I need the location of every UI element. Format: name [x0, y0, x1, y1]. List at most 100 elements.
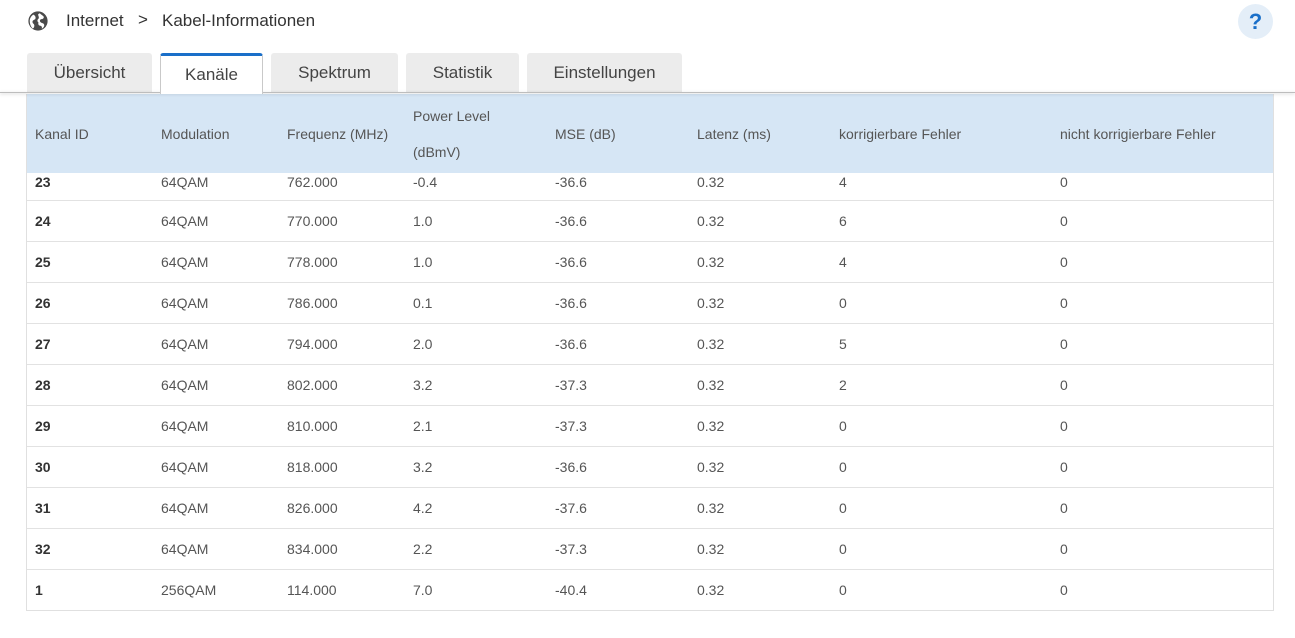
cell-frequenz: 770.000	[287, 212, 338, 229]
cell-korrigierbare-fehler: 0	[839, 540, 847, 557]
cell-kanal-id: 32	[35, 540, 51, 557]
breadcrumb-internet-link[interactable]: Internet	[66, 11, 124, 31]
cell-latenz: 0.32	[697, 294, 725, 311]
cell-frequenz: 794.000	[287, 335, 338, 352]
cell-latenz: 0.32	[697, 212, 725, 229]
help-button[interactable]: ?	[1238, 4, 1273, 39]
cell-latenz: 0.32	[697, 253, 725, 270]
header-kanal-id: Kanal ID	[35, 125, 89, 142]
header-frequenz: Frequenz (MHz)	[287, 125, 389, 142]
cell-mse: -37.3	[555, 417, 587, 434]
tab-label: Übersicht	[53, 63, 126, 82]
cell-power-level: 0.1	[413, 294, 433, 311]
question-mark-icon: ?	[1248, 8, 1263, 34]
tab-spektrum[interactable]: Spektrum	[271, 53, 398, 93]
cell-mse: -36.6	[555, 458, 587, 475]
cell-nicht-korrigierbare-fehler: 0	[1060, 581, 1068, 598]
cell-modulation: 64QAM	[161, 253, 209, 270]
cell-korrigierbare-fehler: 0	[839, 499, 847, 516]
tab-kanaele[interactable]: Kanäle	[160, 53, 263, 94]
tab-statistik[interactable]: Statistik	[406, 53, 519, 93]
cell-korrigierbare-fehler: 4	[839, 174, 847, 190]
cell-mse: -37.3	[555, 540, 587, 557]
channel-table: Kanal ID Modulation Frequenz (MHz) Power…	[27, 94, 1273, 610]
cell-nicht-korrigierbare-fehler: 0	[1060, 335, 1068, 352]
cell-latenz: 0.32	[697, 458, 725, 475]
cell-korrigierbare-fehler: 0	[839, 294, 847, 311]
table-row: 30 64QAM 818.000 3.2 -36.6 0.32 0 0	[27, 446, 1273, 487]
table-header-row: Kanal ID Modulation Frequenz (MHz) Power…	[27, 94, 1273, 173]
page-title: Kabel-Informationen	[162, 11, 316, 30]
table-row: 23 64QAM 762.000 -0.4 -36.6 0.32 4 0	[27, 173, 1273, 200]
tab-label: Einstellungen	[553, 63, 656, 82]
cell-modulation: 64QAM	[161, 458, 209, 475]
cell-kanal-id: 23	[35, 174, 51, 190]
tab-label: Spektrum	[298, 63, 371, 82]
header-power-level-line2: (dBmV)	[413, 143, 461, 160]
cell-power-level: 1.0	[413, 212, 433, 229]
cell-latenz: 0.32	[697, 174, 725, 190]
cell-korrigierbare-fehler: 6	[839, 212, 847, 229]
header-latenz: Latenz (ms)	[697, 125, 771, 142]
cell-nicht-korrigierbare-fehler: 0	[1060, 174, 1068, 190]
channel-table-container[interactable]: Kanal ID Modulation Frequenz (MHz) Power…	[26, 94, 1274, 611]
cell-kanal-id: 31	[35, 499, 51, 516]
cell-latenz: 0.32	[697, 335, 725, 352]
cell-frequenz: 786.000	[287, 294, 338, 311]
table-row: 28 64QAM 802.000 3.2 -37.3 0.32 2 0	[27, 364, 1273, 405]
cell-korrigierbare-fehler: 4	[839, 253, 847, 270]
cell-frequenz: 810.000	[287, 417, 338, 434]
cell-nicht-korrigierbare-fehler: 0	[1060, 376, 1068, 393]
table-row: 29 64QAM 810.000 2.1 -37.3 0.32 0 0	[27, 405, 1273, 446]
cell-kanal-id: 25	[35, 253, 51, 270]
cell-modulation: 64QAM	[161, 376, 209, 393]
cell-power-level: 2.1	[413, 417, 433, 434]
cell-nicht-korrigierbare-fehler: 0	[1060, 212, 1068, 229]
tab-einstellungen[interactable]: Einstellungen	[527, 53, 682, 93]
cell-power-level: 1.0	[413, 253, 433, 270]
cell-modulation: 64QAM	[161, 417, 209, 434]
cell-power-level: 7.0	[413, 581, 433, 598]
header-nicht-korrigierbare-fehler: nicht korrigierbare Fehler	[1060, 125, 1216, 142]
breadcrumb-chevron-icon: >	[138, 10, 148, 29]
cell-modulation: 64QAM	[161, 499, 209, 516]
cell-nicht-korrigierbare-fehler: 0	[1060, 253, 1068, 270]
globe-icon	[28, 11, 48, 31]
cell-kanal-id: 24	[35, 212, 51, 229]
cell-korrigierbare-fehler: 5	[839, 335, 847, 352]
cell-mse: -37.3	[555, 376, 587, 393]
cell-mse: -36.6	[555, 212, 587, 229]
header-modulation: Modulation	[161, 125, 230, 142]
cell-kanal-id: 26	[35, 294, 51, 311]
cell-mse: -36.6	[555, 253, 587, 270]
cell-nicht-korrigierbare-fehler: 0	[1060, 417, 1068, 434]
cell-kanal-id: 30	[35, 458, 51, 475]
cell-mse: -36.6	[555, 294, 587, 311]
header-power-level-line1: Power Level	[413, 107, 491, 124]
cell-power-level: 2.0	[413, 335, 433, 352]
table-row: 31 64QAM 826.000 4.2 -37.6 0.32 0 0	[27, 487, 1273, 528]
cell-mse: -36.6	[555, 174, 587, 190]
header-power-level: Power Level (dBmV)	[405, 94, 547, 173]
cell-modulation: 64QAM	[161, 540, 209, 557]
cell-power-level: 3.2	[413, 458, 433, 475]
cell-mse: -40.4	[555, 581, 587, 598]
cell-kanal-id: 28	[35, 376, 51, 393]
cell-korrigierbare-fehler: 0	[839, 417, 847, 434]
cell-kanal-id: 27	[35, 335, 51, 352]
table-row: 26 64QAM 786.000 0.1 -36.6 0.32 0 0	[27, 282, 1273, 323]
cell-latenz: 0.32	[697, 581, 725, 598]
cell-modulation: 64QAM	[161, 174, 209, 190]
cell-frequenz: 802.000	[287, 376, 338, 393]
table-row: 24 64QAM 770.000 1.0 -36.6 0.32 6 0	[27, 200, 1273, 241]
cell-frequenz: 762.000	[287, 174, 338, 190]
tab-uebersicht[interactable]: Übersicht	[27, 53, 152, 93]
breadcrumb: Internet > Kabel-Informationen ?	[0, 0, 1295, 44]
table-row: 32 64QAM 834.000 2.2 -37.3 0.32 0 0	[27, 528, 1273, 569]
tab-bar: Übersicht Kanäle Spektrum Statistik Eins…	[0, 53, 1295, 94]
tab-label: Kanäle	[185, 65, 238, 84]
cell-kanal-id: 1	[35, 581, 43, 598]
cell-frequenz: 818.000	[287, 458, 338, 475]
cell-power-level: -0.4	[413, 174, 438, 190]
table-row: 1 256QAM 114.000 7.0 -40.4 0.32 0 0	[27, 569, 1273, 610]
